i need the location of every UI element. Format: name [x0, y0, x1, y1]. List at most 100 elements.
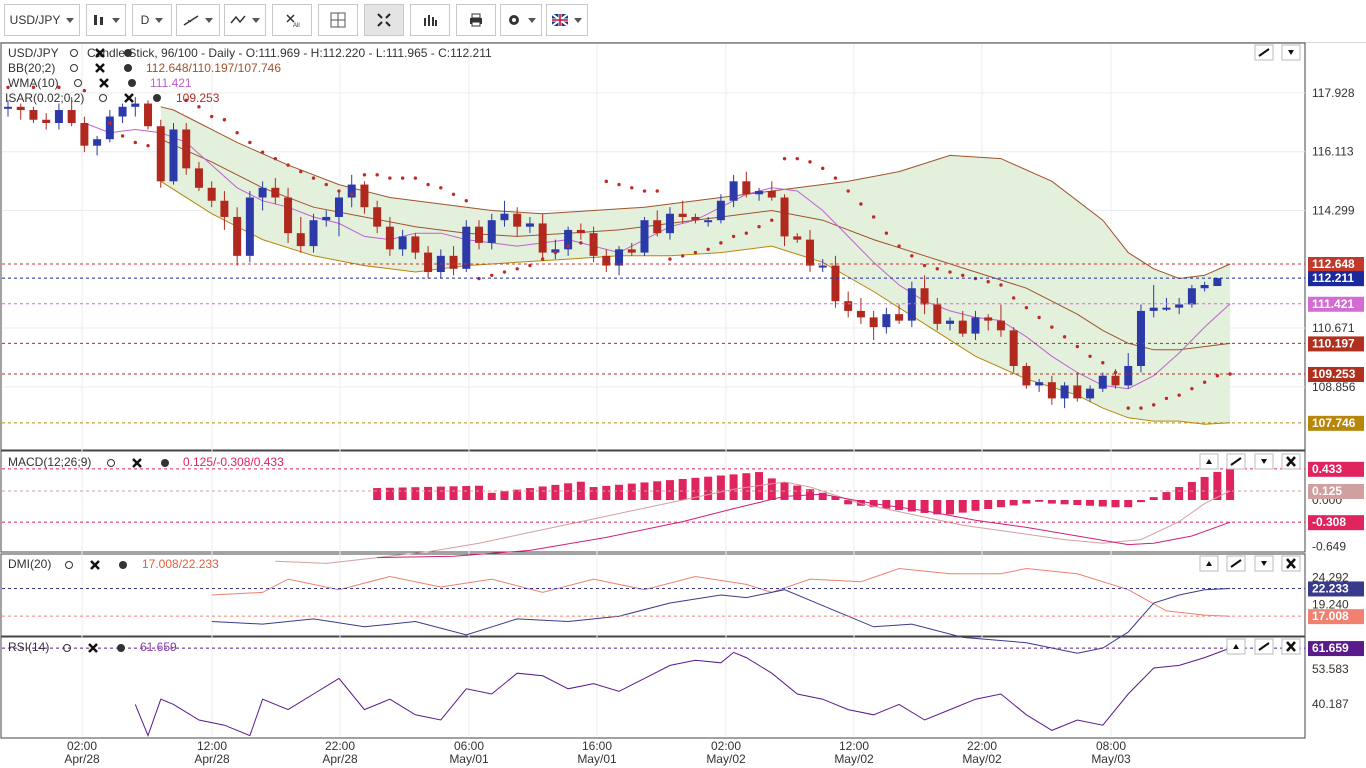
period-select[interactable]: D [132, 4, 172, 36]
chart-type-button[interactable] [86, 4, 126, 36]
chevron-down-icon [205, 17, 213, 23]
candle[interactable] [1187, 285, 1196, 308]
fullscreen-button[interactable] [364, 4, 404, 36]
candle-body [284, 197, 293, 234]
sar-dot [1037, 315, 1041, 320]
candle-body [16, 106, 25, 111]
eye-icon[interactable] [70, 64, 78, 72]
candle-body [67, 110, 76, 123]
candle[interactable] [54, 103, 63, 130]
rsi-line [134, 647, 1231, 738]
gear-icon[interactable] [124, 49, 132, 57]
symbol-select[interactable]: USD/JPY [4, 4, 80, 36]
candle[interactable] [1213, 277, 1222, 287]
sar-dot [413, 176, 418, 180]
symbol-label: USD/JPY [9, 13, 61, 27]
main-pane[interactable] [2, 85, 1305, 425]
candle-body [831, 265, 840, 302]
gear-icon[interactable] [119, 561, 127, 569]
dmi-minus-line [211, 588, 1231, 654]
crosshair-button[interactable] [318, 4, 358, 36]
candle[interactable] [640, 216, 649, 256]
print-button[interactable] [456, 4, 496, 36]
macd-histogram-bar [385, 487, 394, 500]
candle[interactable] [1136, 304, 1145, 373]
candle[interactable] [16, 103, 25, 120]
indicator-panes[interactable] [2, 468, 1305, 738]
macd-histogram-bar [1098, 500, 1107, 507]
sar-dot [642, 189, 647, 193]
candle[interactable] [856, 297, 865, 324]
candle[interactable] [105, 110, 114, 143]
gear-icon[interactable] [128, 79, 136, 87]
close-icon[interactable] [88, 643, 98, 653]
gear-icon[interactable] [153, 94, 161, 102]
draw-tools-button[interactable] [176, 4, 220, 36]
eye-icon[interactable] [74, 79, 82, 87]
candle-body [984, 317, 993, 321]
close-icon[interactable] [95, 63, 105, 73]
macd-histogram-bar [1022, 500, 1031, 504]
candle[interactable] [93, 135, 102, 156]
gear-icon[interactable] [124, 64, 132, 72]
studies-button[interactable] [410, 4, 450, 36]
rsi-tick-label: 53.583 [1312, 662, 1349, 676]
candle[interactable] [169, 123, 178, 185]
candle[interactable] [182, 123, 191, 175]
eye-icon[interactable] [107, 459, 115, 467]
macd-histogram-bar [373, 488, 382, 500]
sar-dot [630, 186, 634, 190]
candle[interactable] [869, 310, 878, 341]
language-button[interactable] [546, 4, 588, 36]
settings-button[interactable] [500, 4, 542, 36]
close-icon[interactable] [124, 93, 134, 103]
candle[interactable] [615, 246, 624, 276]
date-tick-label: May/02 [706, 752, 746, 766]
candle[interactable] [42, 113, 51, 130]
candle[interactable] [29, 106, 38, 123]
candle-body [1047, 382, 1056, 399]
candle-body [462, 226, 471, 269]
macd-histogram-bar [564, 483, 573, 500]
sar-dot [120, 134, 125, 138]
candle-body [1213, 278, 1222, 287]
crosshair-icon [330, 12, 346, 28]
candle-body [907, 288, 916, 321]
candle[interactable] [1022, 362, 1031, 389]
sar-dot [299, 169, 303, 174]
sar-dot [1139, 406, 1143, 410]
candle[interactable] [907, 281, 916, 328]
chart-area[interactable]: 117.928116.113114.299110.671108.856112.6… [0, 42, 1366, 768]
eye-icon[interactable] [99, 94, 107, 102]
candle-body [220, 200, 229, 217]
close-icon[interactable] [90, 560, 100, 570]
candle[interactable] [882, 307, 891, 334]
candle[interactable] [1060, 382, 1069, 409]
period-label: D [140, 13, 150, 27]
indicators-button[interactable] [224, 4, 266, 36]
candle[interactable] [245, 191, 254, 263]
eye-icon[interactable] [70, 49, 78, 57]
candle[interactable] [844, 291, 853, 318]
gear-icon[interactable] [161, 459, 169, 467]
sar-dot [821, 166, 825, 171]
time-tick-label: 06:00 [454, 739, 484, 753]
close-icon[interactable] [132, 458, 142, 468]
candle[interactable] [118, 103, 127, 123]
candle[interactable] [156, 119, 165, 188]
sar-dot [553, 250, 558, 255]
macd-histogram-bar [1162, 492, 1171, 500]
candle-body [1022, 366, 1031, 386]
sar-dot [502, 270, 507, 274]
gear-icon[interactable] [117, 644, 125, 652]
delete-all-button[interactable]: All [272, 4, 312, 36]
candle-body [793, 236, 802, 240]
macd-histogram-bar [665, 480, 674, 500]
sar-dot [617, 182, 621, 187]
close-icon[interactable] [99, 78, 109, 88]
candle[interactable] [742, 171, 751, 198]
candle[interactable] [1009, 327, 1018, 373]
candle[interactable] [144, 100, 153, 130]
macd-histogram-bar [1009, 500, 1018, 506]
eye-icon[interactable] [65, 561, 73, 569]
